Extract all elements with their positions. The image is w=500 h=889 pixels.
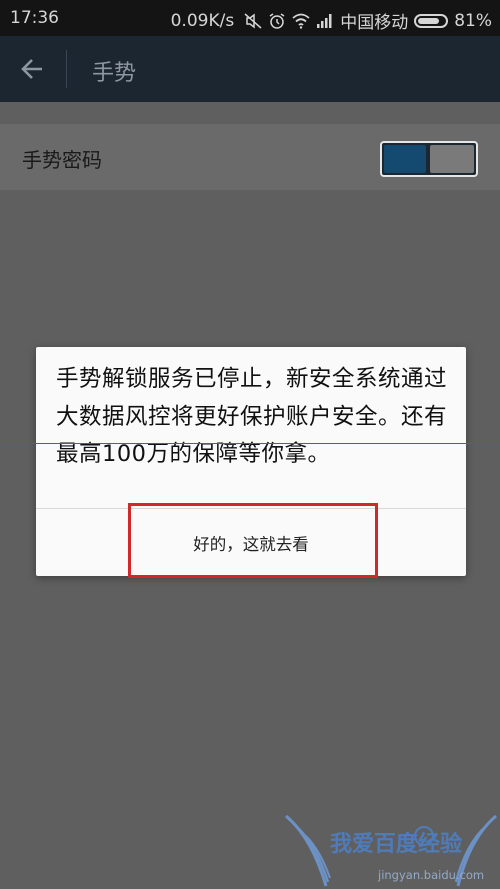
annotation-line bbox=[0, 443, 500, 444]
alarm-icon bbox=[269, 12, 285, 29]
back-arrow-icon[interactable] bbox=[18, 54, 48, 84]
battery-fill bbox=[418, 17, 440, 24]
app-header: 手势 bbox=[0, 36, 500, 102]
network-speed: 0.09K/s bbox=[170, 10, 235, 31]
signal-icon bbox=[317, 13, 332, 28]
dialog-message: 手势解锁服务已停止，新安全系统通过大数据风控将更好保护账户安全。还有最高100万… bbox=[56, 366, 448, 467]
toggle-on-segment bbox=[384, 145, 426, 173]
watermark-url: jingyan.baidu.com bbox=[378, 868, 485, 882]
battery-icon bbox=[414, 13, 449, 28]
wifi-icon bbox=[292, 13, 310, 29]
header-divider bbox=[66, 50, 67, 88]
gesture-password-toggle[interactable] bbox=[380, 141, 478, 177]
toggle-knob bbox=[430, 145, 474, 173]
battery-percent: 81% bbox=[454, 10, 492, 31]
watermark-brand: 我爱百度经验 bbox=[330, 832, 463, 857]
watermark: 我爱百度经验 jingyan.baidu.com bbox=[282, 808, 500, 889]
status-bar: 17:36 0.09K/s 中国移动 81% bbox=[0, 0, 500, 36]
carrier-name: 中国移动 bbox=[340, 13, 409, 33]
status-right: 0.09K/s 中国移动 81% bbox=[170, 8, 492, 34]
page-title: 手势 bbox=[92, 61, 137, 86]
gesture-password-label: 手势密码 bbox=[22, 148, 102, 172]
mute-icon bbox=[244, 12, 262, 29]
status-time: 17:36 bbox=[10, 8, 59, 28]
highlight-annotation-box bbox=[128, 503, 378, 578]
